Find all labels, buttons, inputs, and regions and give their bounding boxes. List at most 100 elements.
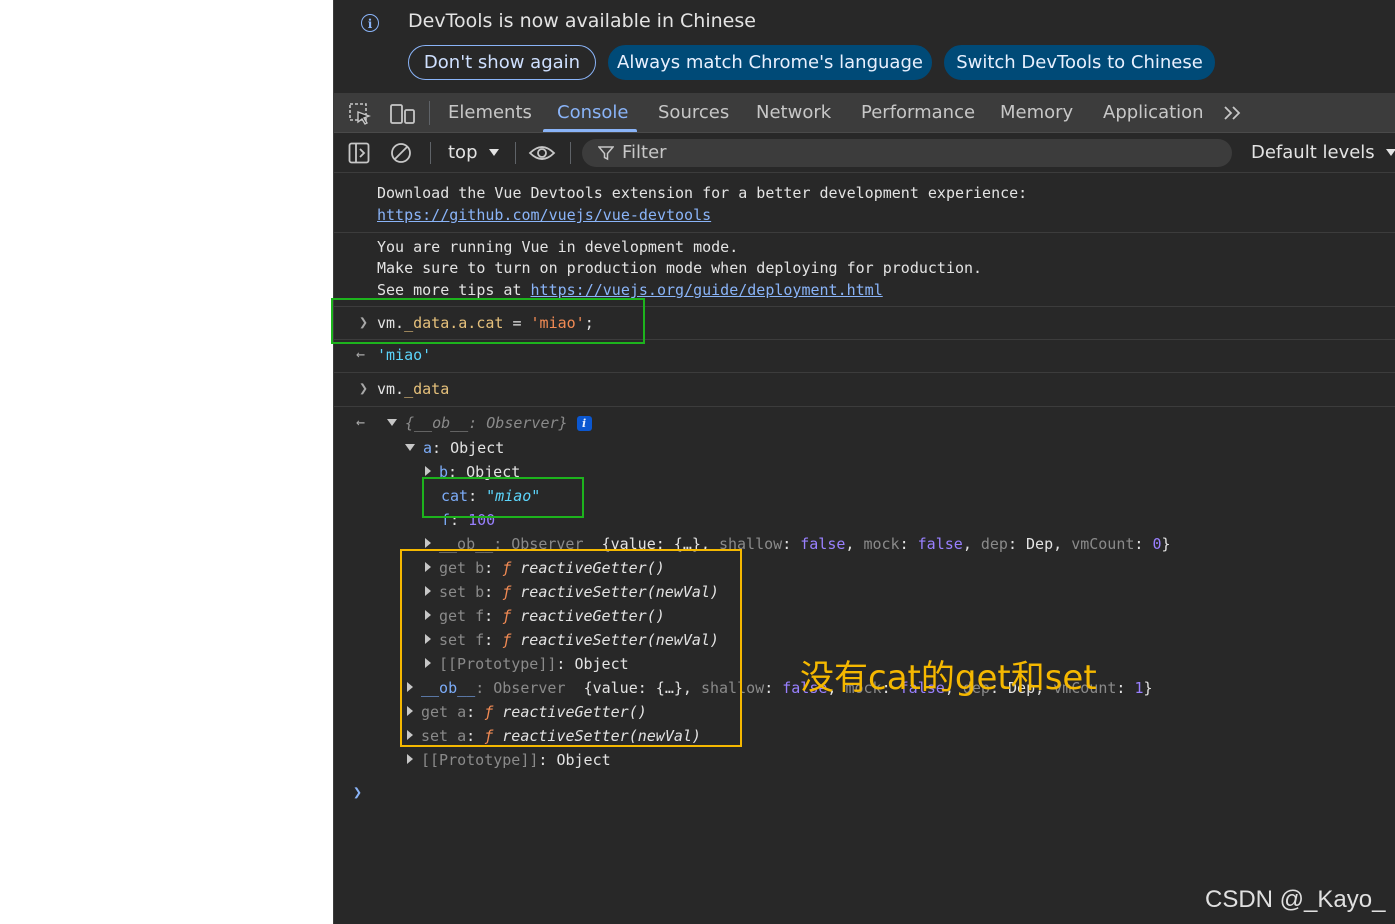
tab-console[interactable]: Console: [557, 93, 628, 133]
prop-value: Object: [574, 655, 629, 673]
vmcount-val: 1: [1134, 679, 1144, 697]
expand-triangle-icon[interactable]: [425, 610, 431, 620]
filter-funnel-icon: [598, 146, 614, 161]
cmd-object: vm.: [377, 380, 405, 398]
expand-triangle-icon[interactable]: [425, 586, 431, 596]
function-name: reactiveSetter(newVal): [520, 583, 719, 601]
function-name: reactiveSetter(newVal): [520, 631, 719, 649]
tree-row-a[interactable]: a: Object: [405, 438, 504, 458]
console-input-line: vm._data.a.cat = 'miao';: [377, 313, 594, 333]
accessor-key: set a: [421, 727, 467, 745]
console-toolbar: top Filter Default levels: [334, 133, 1395, 173]
tab-application[interactable]: Application: [1103, 93, 1204, 133]
console-message-text: Download the Vue Devtools extension for …: [377, 184, 1028, 202]
active-tab-indicator: [543, 129, 637, 132]
devtools-tabbar: Elements Console Sources Network Perform…: [334, 93, 1395, 133]
tree-row-b[interactable]: b: Object: [425, 462, 520, 482]
accessor-key: get a: [421, 703, 467, 721]
vue-devtools-link[interactable]: https://github.com/vuejs/vue-devtools: [377, 206, 711, 224]
log-levels-dropdown[interactable]: Default levels: [1251, 133, 1395, 173]
console-message-text: See more tips at https://vuejs.org/guide…: [377, 280, 883, 300]
match-chrome-language-button[interactable]: Always match Chrome's language: [608, 45, 932, 80]
prop-value: "miao": [486, 487, 541, 505]
toolbar-separator: [515, 142, 516, 164]
expand-triangle-icon[interactable]: [405, 444, 415, 451]
prop-value: 100: [468, 511, 496, 529]
function-icon: ƒ: [502, 559, 512, 577]
expand-triangle-icon[interactable]: [387, 419, 397, 426]
tree-row-prototype-outer[interactable]: [[Prototype]]: Object: [407, 750, 611, 770]
prop-key: a: [423, 439, 433, 457]
inspect-element-icon[interactable]: [348, 102, 372, 126]
clear-console-icon[interactable]: [390, 142, 412, 164]
tree-row-prototype-inner[interactable]: [[Prototype]]: Object: [425, 654, 629, 674]
devtools-panel: i DevTools is now available in Chinese D…: [333, 0, 1395, 924]
console-result: 'miao': [377, 346, 432, 364]
webpage-area: [0, 0, 333, 924]
expand-triangle-icon[interactable]: [407, 730, 413, 740]
prop-key: __ob__: [421, 679, 476, 697]
tab-elements[interactable]: Elements: [448, 93, 532, 133]
expand-triangle-icon[interactable]: [407, 754, 413, 764]
cmd-op: =: [503, 314, 531, 332]
dep-val: Dep: [1026, 535, 1054, 553]
info-icon: i: [361, 14, 379, 32]
expand-triangle-icon[interactable]: [407, 682, 413, 692]
tab-sources[interactable]: Sources: [658, 93, 729, 133]
expand-triangle-icon[interactable]: [425, 658, 431, 668]
expand-triangle-icon[interactable]: [425, 634, 431, 644]
live-expression-eye-icon[interactable]: [528, 143, 556, 163]
prop-key: b: [439, 463, 449, 481]
console-link[interactable]: https://github.com/vuejs/vue-devtools: [377, 205, 711, 225]
tree-row-ob-inner[interactable]: __ob__: Observer {value: {…}, shallow: f…: [425, 534, 1171, 554]
tree-row-f: f: 100: [441, 511, 496, 529]
prop-value: Object: [556, 751, 611, 769]
tree-row-get-b[interactable]: get b: ƒ reactiveGetter(): [425, 558, 665, 578]
message-divider: [334, 306, 1395, 307]
context-selector[interactable]: top: [448, 133, 500, 173]
expand-triangle-icon[interactable]: [425, 562, 431, 572]
more-tabs-chevron-icon[interactable]: [1222, 104, 1244, 122]
tree-row-get-f[interactable]: get f: ƒ reactiveGetter(): [425, 606, 665, 626]
cmd-value: 'miao': [530, 314, 585, 332]
expand-triangle-icon[interactable]: [407, 706, 413, 716]
function-icon: ƒ: [502, 583, 512, 601]
accessor-key: get f: [439, 607, 485, 625]
tips-prefix: See more tips at: [377, 281, 531, 299]
console-prompt-input[interactable]: ❯: [353, 783, 362, 801]
object-tree-root[interactable]: {__ob__: Observer} i: [387, 413, 592, 433]
vue-deployment-link[interactable]: https://vuejs.org/guide/deployment.html: [531, 281, 883, 299]
prop-key: __ob__: [439, 535, 494, 553]
switch-to-chinese-button[interactable]: Switch DevTools to Chinese: [944, 45, 1215, 80]
dont-show-again-button[interactable]: Don't show again: [408, 45, 596, 80]
chevron-down-icon: [1386, 149, 1395, 156]
function-icon: ƒ: [502, 631, 512, 649]
shallow-key: shallow: [700, 679, 765, 697]
tree-row-set-b[interactable]: set b: ƒ reactiveSetter(newVal): [425, 582, 719, 602]
toolbar-separator: [570, 142, 571, 164]
input-prompt-icon: ❯: [359, 313, 369, 331]
info-badge-icon[interactable]: i: [576, 416, 592, 431]
tree-row-get-a[interactable]: get a: ƒ reactiveGetter(): [407, 702, 647, 722]
message-divider: [334, 406, 1395, 407]
prop-key: [[Prototype]]: [439, 655, 557, 673]
tree-row-set-a[interactable]: set a: ƒ reactiveSetter(newVal): [407, 726, 701, 746]
prop-key: cat: [441, 487, 469, 505]
tree-row-set-f[interactable]: set f: ƒ reactiveSetter(newVal): [425, 630, 719, 650]
accessor-key: get b: [439, 559, 485, 577]
message-divider: [334, 232, 1395, 233]
prop-key: [[Prototype]]: [421, 751, 539, 769]
expand-triangle-icon[interactable]: [425, 538, 431, 548]
console-output: Download the Vue Devtools extension for …: [334, 173, 1395, 924]
cmd-object: vm.: [377, 314, 405, 332]
tab-performance[interactable]: Performance: [861, 93, 975, 133]
device-toolbar-icon[interactable]: [390, 102, 416, 126]
expand-triangle-icon[interactable]: [425, 466, 431, 476]
sidebar-toggle-icon[interactable]: [348, 142, 370, 164]
cmd-path: _data.a.cat: [404, 314, 504, 332]
function-name: reactiveGetter(): [520, 607, 665, 625]
tab-network[interactable]: Network: [756, 93, 831, 133]
tab-memory[interactable]: Memory: [1000, 93, 1073, 133]
filter-input[interactable]: Filter: [582, 139, 1232, 167]
vmcount-key: vmCount: [1071, 535, 1135, 553]
